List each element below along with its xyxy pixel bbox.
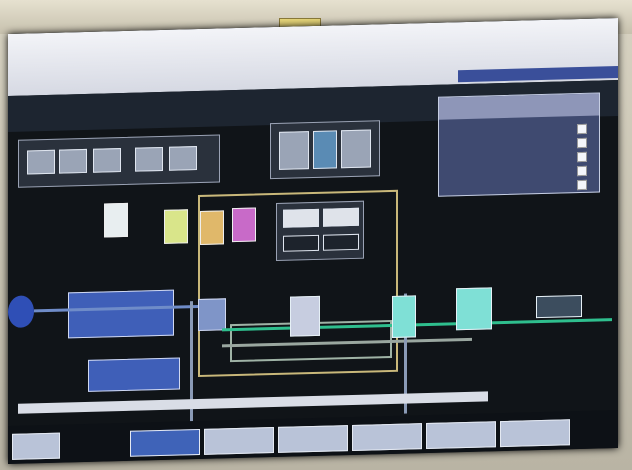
- nav-button[interactable]: [500, 419, 570, 448]
- equipment-block[interactable]: [198, 298, 226, 332]
- photo-frame: [0, 0, 632, 470]
- unit-tile[interactable]: [341, 129, 371, 169]
- info-row: [447, 150, 591, 166]
- nav-button-active[interactable]: [130, 428, 200, 457]
- info-row: [447, 178, 591, 194]
- nav-button[interactable]: [278, 425, 348, 453]
- hmi-screen: [8, 18, 618, 465]
- status-dot-icon: [577, 165, 587, 177]
- info-row: [447, 122, 591, 138]
- indicator-vial[interactable]: [164, 209, 188, 244]
- nav-button[interactable]: [12, 432, 60, 460]
- unit-tile[interactable]: [27, 149, 55, 175]
- tank-icon[interactable]: [536, 294, 582, 319]
- bottom-nav-bar: [8, 410, 618, 464]
- unit-tile[interactable]: [313, 130, 337, 170]
- pump-icon[interactable]: [8, 295, 34, 328]
- tank-icon[interactable]: [456, 287, 492, 331]
- indicator-vial[interactable]: [104, 202, 128, 238]
- info-row: [447, 136, 591, 152]
- unit-tile[interactable]: [59, 148, 87, 174]
- info-row: [447, 164, 591, 180]
- unit-panel-left: [18, 134, 220, 188]
- unit-tile[interactable]: [279, 131, 309, 170]
- unit-panel-center: [270, 120, 380, 180]
- nav-button[interactable]: [426, 421, 496, 450]
- unit-tile[interactable]: [169, 146, 197, 171]
- status-dot-icon: [577, 137, 587, 149]
- nav-button[interactable]: [204, 427, 274, 455]
- tank-icon[interactable]: [290, 295, 320, 337]
- status-dot-icon: [577, 179, 587, 191]
- nav-button[interactable]: [352, 423, 422, 451]
- equipment-block[interactable]: [68, 289, 174, 339]
- unit-tile[interactable]: [135, 146, 163, 172]
- status-dot-icon: [577, 151, 587, 163]
- status-info-panel: [438, 92, 600, 197]
- unit-tile[interactable]: [93, 148, 121, 173]
- status-dot-icon: [577, 123, 587, 135]
- info-panel-heading: [439, 93, 599, 120]
- tank-icon[interactable]: [392, 295, 416, 338]
- equipment-block[interactable]: [88, 357, 180, 392]
- scroll-track[interactable]: [18, 391, 488, 414]
